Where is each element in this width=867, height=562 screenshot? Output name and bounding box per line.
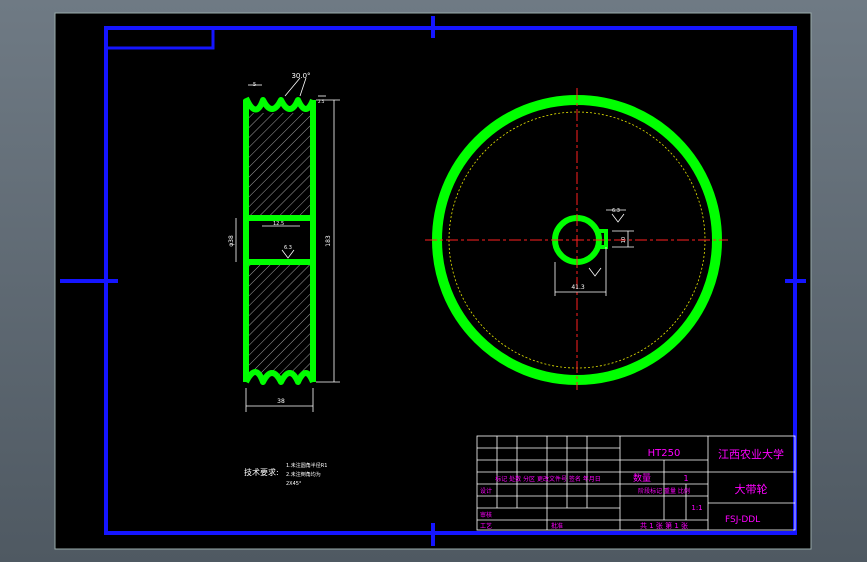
tb-drawing-no: FSJ-DDL bbox=[725, 515, 760, 525]
tech-title: 技术要求: bbox=[244, 467, 279, 477]
tb-review-label: 审核 bbox=[480, 511, 492, 519]
tb-craft-label: 工艺 bbox=[480, 522, 492, 530]
tech-line-2: 2.未注倒角均为 bbox=[286, 471, 321, 478]
drawing-canvas[interactable]: 38 30.0° 5 φ38 183 12.5 6.3 2.5 技术要求: 1.… bbox=[0, 0, 867, 562]
tb-approve-label: 批准 bbox=[551, 522, 563, 530]
keyway-depth-label: 41.3 bbox=[571, 284, 585, 291]
hatch-lower bbox=[249, 263, 311, 375]
small-dim-label: 5 bbox=[253, 82, 256, 88]
tb-sheets: 共 1 张 第 1 张 bbox=[640, 521, 688, 530]
tb-qty-value: 1 bbox=[683, 474, 688, 483]
tb-design-label: 设计 bbox=[480, 487, 492, 495]
tech-line-3: 2X45° bbox=[286, 481, 302, 487]
width-label: 38 bbox=[277, 398, 285, 405]
bore-label: φ38 bbox=[228, 235, 235, 247]
cad-viewport[interactable]: 38 30.0° 5 φ38 183 12.5 6.3 2.5 技术要求: 1.… bbox=[0, 0, 867, 562]
side-dim-label: 2.5 bbox=[318, 99, 325, 104]
tech-line-1: 1.未注圆角半径R1 bbox=[286, 462, 327, 469]
tb-qty-label: 数量 bbox=[633, 472, 651, 484]
angle-label: 30.0° bbox=[291, 72, 310, 80]
tb-part-name: 大带轮 bbox=[735, 482, 768, 496]
tb-stage-labels: 阶段标记 重量 比例 bbox=[638, 487, 690, 495]
keyway-width-label: 10 bbox=[621, 237, 627, 243]
tb-scale-value: 1:1 bbox=[691, 504, 702, 512]
tb-row-headers: 标记 处数 分区 更改文件号 签名 年月日 bbox=[495, 475, 601, 483]
hatch-upper bbox=[249, 113, 311, 217]
roughness-label-1: 6.3 bbox=[284, 245, 292, 251]
tb-school: 江西农业大学 bbox=[718, 447, 784, 461]
roughness-label-2: 12.5 bbox=[273, 221, 284, 227]
sheet-background bbox=[54, 12, 812, 550]
diameter-label: 183 bbox=[325, 235, 332, 247]
bore-roughness-label: 6.3 bbox=[612, 208, 620, 214]
tb-material: HT250 bbox=[648, 448, 681, 459]
